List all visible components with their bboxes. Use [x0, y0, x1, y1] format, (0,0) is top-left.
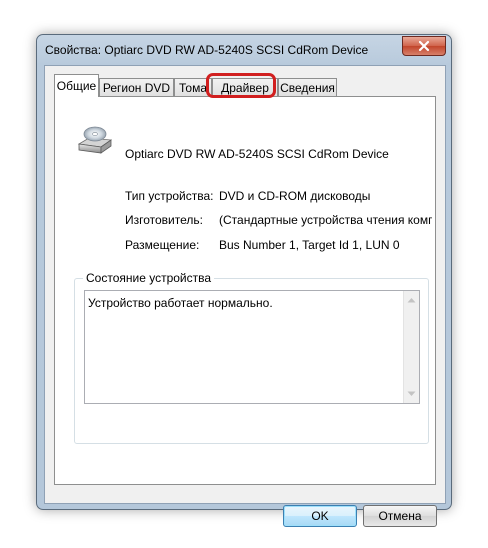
tab-label: Регион DVD [102, 80, 171, 95]
properties-dialog: Свойства: Optiarc DVD RW AD-5240S SCSI C… [36, 34, 452, 527]
location-value: Bus Number 1, Target Id 1, LUN 0 [219, 238, 400, 252]
manufacturer-label: Изготовитель: [125, 213, 203, 227]
general-tab-panel: Optiarc DVD RW AD-5240S SCSI CdRom Devic… [54, 96, 436, 485]
scroll-down-icon[interactable] [407, 391, 416, 397]
device-status-title: Состояние устройства [83, 271, 215, 285]
tab-dvd-region[interactable]: Регион DVD [99, 78, 174, 96]
device-name: Optiarc DVD RW AD-5240S SCSI CdRom Devic… [125, 147, 389, 161]
tab-label: Общие [56, 79, 97, 93]
device-status-group: Состояние устройства Устройство работает… [74, 271, 429, 444]
cd-drive-icon [77, 126, 113, 154]
cancel-button-label: Отмена [378, 509, 422, 523]
ok-button-label: OK [311, 509, 329, 523]
close-button[interactable] [402, 36, 446, 56]
device-type-label: Тип устройства: [125, 189, 214, 203]
tab-label: Тома [179, 80, 207, 95]
status-scrollbar[interactable] [403, 291, 419, 403]
title-bar[interactable]: Свойства: Optiarc DVD RW AD-5240S SCSI C… [37, 35, 451, 65]
cancel-button[interactable]: Отмена [363, 505, 437, 527]
tab-general[interactable]: Общие [54, 74, 99, 97]
window-title: Свойства: Optiarc DVD RW AD-5240S SCSI C… [45, 43, 369, 57]
scroll-up-icon[interactable] [407, 297, 416, 303]
manufacturer-value: (Стандартные устройства чтения компакт-д [219, 213, 432, 227]
location-label: Размещение: [125, 238, 200, 252]
tab-label: Сведения [280, 80, 335, 95]
tab-details[interactable]: Сведения [278, 78, 337, 96]
dialog-client-area: Общие Регион DVD Тома Драйвер Сведения O… [44, 65, 446, 527]
ok-button[interactable]: OK [283, 505, 357, 527]
device-status-textbox[interactable]: Устройство работает нормально. [84, 290, 420, 404]
close-icon [418, 40, 430, 52]
driver-tab-highlight [206, 73, 276, 98]
device-status-text: Устройство работает нормально. [88, 296, 273, 310]
device-type-value: DVD и CD-ROM дисководы [219, 189, 371, 203]
